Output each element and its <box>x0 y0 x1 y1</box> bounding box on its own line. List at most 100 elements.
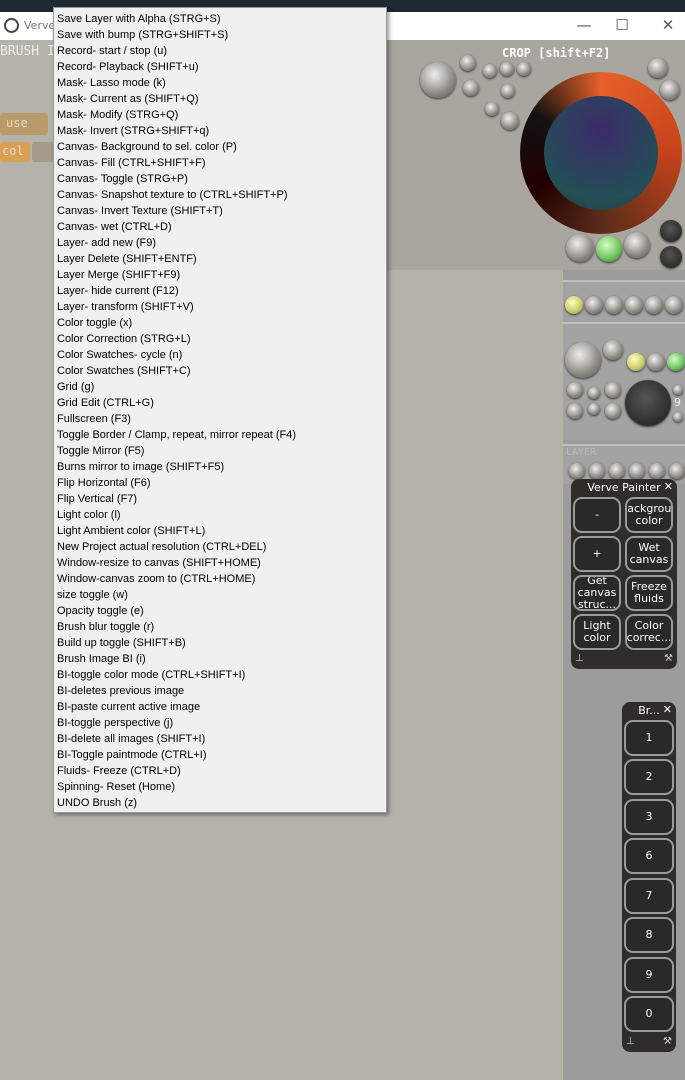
menu-item[interactable]: Canvas- wet (CTRL+D) <box>57 219 172 235</box>
menu-item[interactable]: Layer Delete (SHIFT+ENTF) <box>57 251 197 267</box>
knob[interactable] <box>603 340 623 360</box>
knob[interactable] <box>569 463 585 479</box>
menu-item[interactable]: Fluids- Freeze (CTRL+D) <box>57 763 181 779</box>
menu-item[interactable]: Grid Edit (CTRL+G) <box>57 395 154 411</box>
knob[interactable] <box>485 102 499 116</box>
menu-item[interactable]: Mask- Lasso mode (k) <box>57 75 166 91</box>
brush-preset-button[interactable]: 3 <box>624 799 674 835</box>
menu-item[interactable]: Fullscreen (F3) <box>57 411 131 427</box>
knob[interactable] <box>645 296 663 314</box>
brush-preset-button[interactable]: 2 <box>624 759 674 795</box>
knob[interactable] <box>667 353 685 371</box>
light-color-button[interactable]: Light color <box>573 614 621 650</box>
wet-canvas-button[interactable]: Wet canvas <box>625 536 673 572</box>
knob[interactable] <box>673 412 683 422</box>
knob[interactable] <box>605 403 621 419</box>
menu-item[interactable]: Layer- hide current (F12) <box>57 283 179 299</box>
menu-item[interactable]: Color toggle (x) <box>57 315 132 331</box>
menu-item[interactable]: Toggle Mirror (F5) <box>57 443 144 459</box>
color-wheel[interactable] <box>520 72 682 234</box>
brush-preset-button[interactable]: 1 <box>624 720 674 756</box>
knob[interactable] <box>609 463 625 479</box>
use-button[interactable]: use <box>0 113 48 135</box>
menu-item[interactable]: Opacity toggle (e) <box>57 603 144 619</box>
knob[interactable] <box>483 64 497 78</box>
maximize-button[interactable]: ☐ <box>612 16 632 34</box>
menu-item[interactable]: Color Swatches- cycle (n) <box>57 347 182 363</box>
knob[interactable] <box>625 296 643 314</box>
color-swatch-knob[interactable] <box>566 234 594 262</box>
menu-item[interactable]: Build up toggle (SHIFT+B) <box>57 635 186 651</box>
menu-item[interactable]: Burns mirror to image (SHIFT+F5) <box>57 459 224 475</box>
knob[interactable] <box>673 385 683 395</box>
knob[interactable] <box>565 296 583 314</box>
menu-item[interactable]: Canvas- Toggle (STRG+P) <box>57 171 188 187</box>
knob[interactable] <box>501 84 515 98</box>
menu-item[interactable]: Layer- add new (F9) <box>57 235 156 251</box>
crop-label[interactable]: CROP [shift+F2] <box>502 46 610 60</box>
pin-icon[interactable]: ⊥ <box>575 653 584 664</box>
menu-item[interactable]: BI-toggle color mode (CTRL+SHIFT+I) <box>57 667 245 683</box>
color-swatch-knob[interactable] <box>660 246 682 268</box>
menu-item[interactable]: Save with bump (STRG+SHIFT+S) <box>57 27 228 43</box>
knob[interactable] <box>660 80 680 100</box>
freeze-fluids-button[interactable]: Freeze fluids <box>625 575 673 611</box>
color-picker-area[interactable] <box>544 96 658 210</box>
menu-item[interactable]: Light Ambient color (SHIFT+L) <box>57 523 205 539</box>
knob[interactable] <box>665 296 683 314</box>
menu-item[interactable]: BI-delete all images (SHIFT+I) <box>57 731 205 747</box>
brush-preset-button[interactable]: 0 <box>624 996 674 1032</box>
wrench-icon[interactable]: ⚒ <box>664 653 673 664</box>
knob[interactable] <box>588 403 600 415</box>
knob[interactable] <box>669 463 685 479</box>
menu-item[interactable]: Color Correction (STRG+L) <box>57 331 191 347</box>
menu-item[interactable]: Mask- Invert (STRG+SHIFT+q) <box>57 123 209 139</box>
menu-item[interactable]: Canvas- Fill (CTRL+SHIFT+F) <box>57 155 206 171</box>
color-swatch-knob[interactable] <box>624 232 650 258</box>
knob[interactable] <box>648 58 668 78</box>
brush-preset-button[interactable]: 9 <box>624 957 674 993</box>
pin-icon[interactable]: ⊥ <box>626 1036 635 1047</box>
menu-item[interactable]: Toggle Border / Clamp, repeat, mirror re… <box>57 427 296 443</box>
zoom-in-button[interactable]: + <box>573 536 621 572</box>
knob[interactable] <box>585 296 603 314</box>
menu-item[interactable]: Record- start / stop (u) <box>57 43 167 59</box>
knob[interactable] <box>567 382 583 398</box>
close-button[interactable]: ✕ <box>658 16 678 34</box>
menu-item[interactable]: Record- Playback (SHIFT+u) <box>57 59 199 75</box>
menu-item[interactable]: BI-paste current active image <box>57 699 200 715</box>
knob[interactable] <box>517 62 531 76</box>
menu-item[interactable]: BI-toggle perspective (j) <box>57 715 173 731</box>
knob[interactable] <box>589 463 605 479</box>
knob[interactable] <box>605 382 621 398</box>
menu-item[interactable]: Brush Image BI (i) <box>57 651 146 667</box>
knob[interactable] <box>565 342 601 378</box>
color-swatch-knob[interactable] <box>660 220 682 242</box>
knob[interactable] <box>500 62 514 76</box>
background-color-button[interactable]: Backgroun color <box>625 497 673 533</box>
brush-preset-button[interactable]: 6 <box>624 838 674 874</box>
panel-close-button[interactable]: ✕ <box>664 480 673 493</box>
knob[interactable] <box>649 463 665 479</box>
knob[interactable] <box>605 296 623 314</box>
wrench-icon[interactable]: ⚒ <box>663 1036 672 1047</box>
brush-preset-button[interactable]: 7 <box>624 878 674 914</box>
brush-preset-button[interactable]: 8 <box>624 917 674 953</box>
menu-item[interactable]: Spinning- Reset (Home) <box>57 779 175 795</box>
menu-item[interactable]: Layer- transform (SHIFT+V) <box>57 299 194 315</box>
menu-item[interactable]: Window-canvas zoom to (CTRL+HOME) <box>57 571 255 587</box>
knob[interactable] <box>460 55 476 71</box>
menu-item[interactable]: Brush blur toggle (r) <box>57 619 154 635</box>
get-canvas-structure-button[interactable]: Get canvas struc... <box>573 575 621 611</box>
menu-item[interactable]: Canvas- Background to sel. color (P) <box>57 139 237 155</box>
brush-size-dial[interactable] <box>625 380 671 426</box>
col-extra-button[interactable] <box>32 142 54 162</box>
color-swatch-knob[interactable] <box>596 236 622 262</box>
menu-item[interactable]: BI-Toggle paintmode (CTRL+I) <box>57 747 206 763</box>
menu-item[interactable]: Flip Vertical (F7) <box>57 491 137 507</box>
knob[interactable] <box>629 463 645 479</box>
knob[interactable] <box>463 80 479 96</box>
menu-item[interactable]: Mask- Current as (SHIFT+Q) <box>57 91 199 107</box>
knob[interactable] <box>647 353 665 371</box>
menu-item[interactable]: Canvas- Snapshot texture to (CTRL+SHIFT+… <box>57 187 287 203</box>
